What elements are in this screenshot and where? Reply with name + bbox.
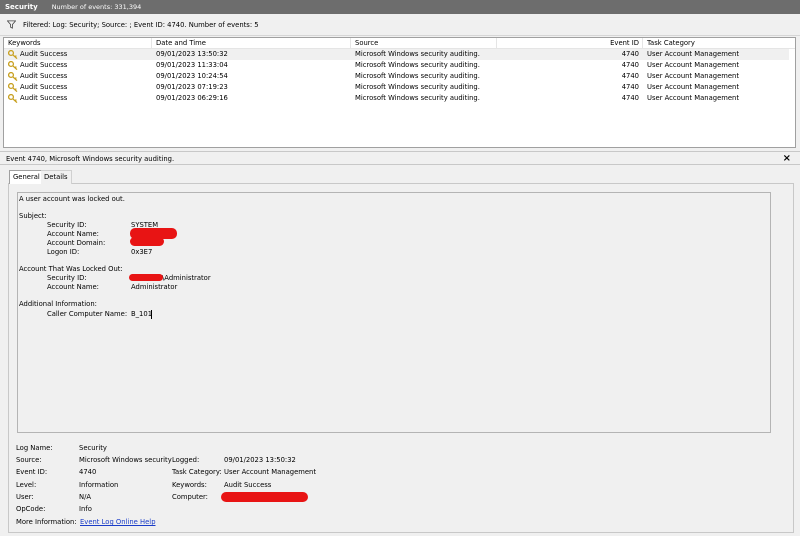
cell-task-category: User Account Management (647, 50, 740, 58)
cell-date-time: 09/01/2023 10:24:54 (156, 72, 228, 80)
subject-account-domain-label: Account Domain: (47, 239, 106, 247)
level-label: Level: (16, 481, 37, 489)
cell-event-id: 4740 (621, 61, 639, 69)
computer-label: Computer: (172, 493, 208, 501)
level-value: Information (79, 481, 119, 489)
subject-logon-id-label: Logon ID: (47, 248, 80, 256)
close-icon[interactable]: × (783, 153, 791, 164)
cell-event-id: 4740 (621, 50, 639, 58)
event-detail-header: Event 4740, Microsoft Windows security a… (0, 151, 800, 165)
cell-keywords: Audit Success (20, 94, 68, 102)
table-row[interactable]: Audit Success 09/01/2023 07:19:23 Microsof… (4, 82, 789, 93)
locked-security-id-label: Security ID: (47, 274, 87, 282)
keywords-label: Keywords: (172, 481, 207, 489)
column-header-task-category[interactable]: Task Category (643, 38, 795, 49)
cell-event-id: 4740 (621, 83, 639, 91)
cell-source: Microsoft Windows security auditing. (355, 94, 480, 102)
redaction-mark (130, 237, 164, 246)
opcode-label: OpCode: (16, 505, 46, 513)
user-value: N/A (79, 493, 92, 501)
column-header-event-id[interactable]: Event ID (497, 38, 643, 49)
task-category-label: Task Category: (172, 468, 222, 476)
event-list[interactable]: Keywords Date and Time Source Event ID T… (3, 37, 796, 148)
caller-computer-value: B_101 (131, 310, 153, 318)
cell-task-category: User Account Management (647, 61, 740, 69)
cell-date-time: 09/01/2023 06:29:16 (156, 94, 228, 102)
event-log-help-link[interactable]: Event Log Online Help (80, 518, 156, 526)
column-header-source[interactable]: Source (351, 38, 497, 49)
cell-event-id: 4740 (621, 72, 639, 80)
cell-date-time: 09/01/2023 13:50:32 (156, 50, 228, 58)
key-icon (8, 83, 18, 92)
log-name-value: Security (79, 444, 107, 452)
filter-bar: Filtered: Log: Security; Source: ; Event… (0, 14, 800, 36)
cell-event-id: 4740 (621, 94, 639, 102)
locked-account-name-label: Account Name: (47, 283, 99, 291)
cell-source: Microsoft Windows security auditing. (355, 61, 480, 69)
subject-logon-id-value: 0x3E7 (131, 248, 153, 256)
locked-security-id-value: \Administrator (162, 274, 211, 282)
cell-date-time: 09/01/2023 11:33:04 (156, 61, 228, 69)
cell-source: Microsoft Windows security auditing. (355, 50, 480, 58)
text-cursor (151, 310, 152, 319)
subject-title: Subject: (19, 212, 47, 220)
event-count: Number of events: 331,394 (51, 3, 142, 11)
key-icon (8, 72, 18, 81)
cell-source: Microsoft Windows security auditing. (355, 83, 480, 91)
locked-out-title: Account That Was Locked Out: (19, 265, 123, 273)
cell-keywords: Audit Success (20, 83, 68, 91)
source-value: Microsoft Windows security (79, 456, 172, 464)
cell-source: Microsoft Windows security auditing. (355, 72, 480, 80)
tab-general[interactable]: General (9, 170, 44, 184)
cell-keywords: Audit Success (20, 61, 68, 69)
cell-task-category: User Account Management (647, 72, 740, 80)
log-name-label: Log Name: (16, 444, 53, 452)
caller-computer-label: Caller Computer Name: (47, 310, 128, 318)
cell-keywords: Audit Success (20, 50, 68, 58)
event-detail-title: Event 4740, Microsoft Windows security a… (6, 155, 175, 163)
additional-info-title: Additional Information: (19, 300, 97, 308)
cell-task-category: User Account Management (647, 94, 740, 102)
locked-account-name-value: Administrator (131, 283, 178, 291)
filter-icon (7, 20, 16, 29)
source-label: Source: (16, 456, 42, 464)
event-id-label: Event ID: (16, 468, 48, 476)
column-header-keywords[interactable]: Keywords (4, 38, 152, 49)
message-summary: A user account was locked out. (19, 195, 125, 203)
table-row[interactable]: Audit Success 09/01/2023 13:50:32 Microsof… (4, 49, 789, 60)
logged-value: 09/01/2023 13:50:32 (224, 456, 296, 464)
table-row[interactable]: Audit Success 09/01/2023 11:33:04 Microsof… (4, 60, 789, 71)
log-name: Security (5, 3, 38, 11)
task-category-value: User Account Management (224, 468, 317, 476)
list-header: Keywords Date and Time Source Event ID T… (4, 38, 795, 49)
more-info-label: More Information: (16, 518, 77, 526)
subject-account-name-label: Account Name: (47, 230, 99, 238)
table-row[interactable]: Audit Success 09/01/2023 06:29:16 Microsof… (4, 93, 789, 104)
log-title-bar: Security Number of events: 331,394 (0, 0, 800, 14)
filter-description: Filtered: Log: Security; Source: ; Event… (23, 20, 259, 29)
column-header-date-time[interactable]: Date and Time (152, 38, 351, 49)
subject-security-id-label: Security ID: (47, 221, 87, 229)
opcode-value: Info (79, 505, 92, 513)
keywords-value: Audit Success (224, 481, 272, 489)
redaction-mark (129, 274, 163, 281)
event-id-value: 4740 (79, 468, 97, 476)
cell-keywords: Audit Success (20, 72, 68, 80)
table-row[interactable]: Audit Success 09/01/2023 10:24:54 Microsof… (4, 71, 789, 82)
tab-details[interactable]: Details (41, 170, 72, 184)
cell-task-category: User Account Management (647, 83, 740, 91)
user-label: User: (16, 493, 34, 501)
redaction-mark (221, 492, 308, 502)
logged-label: Logged: (172, 456, 200, 464)
key-icon (8, 61, 18, 70)
key-icon (8, 94, 18, 103)
cell-date-time: 09/01/2023 07:19:23 (156, 83, 228, 91)
key-icon (8, 50, 18, 59)
